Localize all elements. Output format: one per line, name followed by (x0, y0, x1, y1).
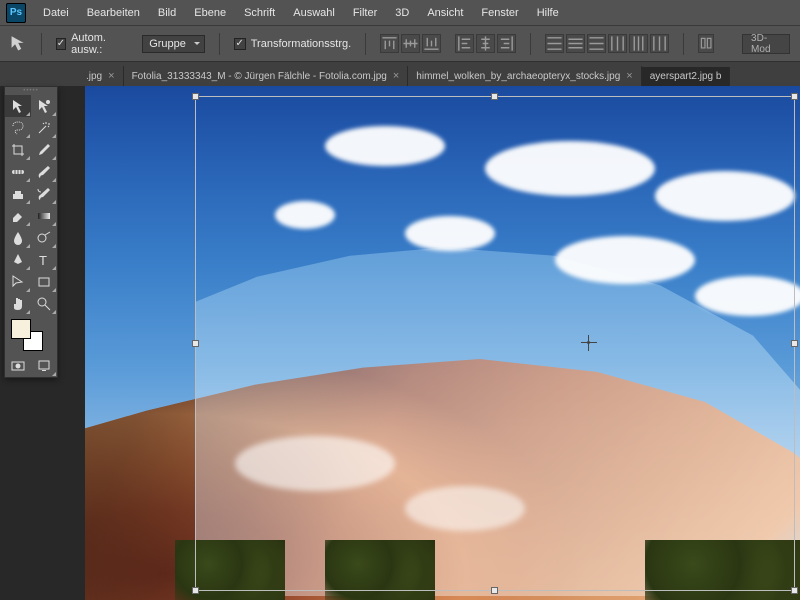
auto-select-label: Autom. ausw.: (71, 32, 128, 56)
panel-grip[interactable] (5, 87, 57, 95)
transform-handle-bottom-right[interactable] (791, 587, 798, 594)
options-bar: Autom. ausw.: Gruppe Transformationsstrg… (0, 26, 800, 62)
active-tool-icon[interactable] (10, 34, 27, 54)
clone-stamp-tool[interactable] (5, 183, 31, 205)
divider (219, 33, 220, 55)
transform-handle-bottom-mid[interactable] (491, 587, 498, 594)
auto-select-dropdown[interactable]: Gruppe (142, 35, 205, 53)
divider (365, 33, 366, 55)
align-right-icon[interactable] (497, 34, 516, 53)
align-bottom-icon[interactable] (422, 34, 441, 53)
divider (530, 33, 531, 55)
transform-handle-mid-right[interactable] (791, 340, 798, 347)
close-icon[interactable]: × (393, 70, 399, 82)
document-tab[interactable]: ayerspart2.jpg b (642, 67, 731, 86)
auto-align-icon[interactable] (698, 34, 714, 53)
menu-bar: Ps Datei Bearbeiten Bild Ebene Schrift A… (0, 0, 800, 26)
eyedropper-tool[interactable] (31, 139, 57, 161)
divider (683, 33, 684, 55)
pen-tool[interactable] (5, 249, 31, 271)
checkbox-icon (234, 38, 246, 50)
app-logo: Ps (6, 3, 26, 23)
menu-edit[interactable]: Bearbeiten (78, 0, 149, 25)
gradient-tool[interactable] (31, 205, 57, 227)
quick-mask-tool[interactable] (5, 355, 31, 377)
type-tool[interactable]: T (31, 249, 57, 271)
auto-select-checkbox[interactable]: Autom. ausw.: (56, 32, 129, 56)
tab-label: ayerspart2.jpg b (650, 71, 722, 82)
workspace: T (0, 86, 800, 600)
magic-wand-tool[interactable] (31, 117, 57, 139)
tab-label: .jpg (86, 71, 102, 82)
menu-type[interactable]: Schrift (235, 0, 284, 25)
dropdown-value: Gruppe (149, 38, 186, 50)
eraser-tool[interactable] (5, 205, 31, 227)
3d-mode-button[interactable]: 3D-Mod (742, 34, 790, 54)
hand-tool[interactable] (5, 293, 31, 315)
align-vcenter-icon[interactable] (401, 34, 420, 53)
dodge-tool[interactable] (31, 227, 57, 249)
transform-handle-top-left[interactable] (192, 93, 199, 100)
document-tab[interactable]: Fotolia_31333343_M - © Jürgen Fälchle - … (124, 66, 409, 86)
align-top-icon[interactable] (380, 34, 399, 53)
blur-tool[interactable] (5, 227, 31, 249)
close-icon[interactable]: × (626, 70, 632, 82)
zoom-tool[interactable] (31, 293, 57, 315)
svg-text:T: T (39, 253, 47, 268)
menu-layer[interactable]: Ebene (185, 0, 235, 25)
distribute-right-icon[interactable] (650, 34, 669, 53)
transform-handle-top-mid[interactable] (491, 93, 498, 100)
distribute-group (545, 34, 669, 53)
close-icon[interactable]: × (108, 70, 114, 82)
distribute-top-icon[interactable] (545, 34, 564, 53)
tab-label: Fotolia_31333343_M - © Jürgen Fälchle - … (132, 71, 387, 82)
healing-brush-tool[interactable] (5, 161, 31, 183)
menu-image[interactable]: Bild (149, 0, 185, 25)
brush-tool[interactable] (31, 161, 57, 183)
divider (41, 33, 42, 55)
screen-mode-tool[interactable] (31, 355, 57, 377)
path-select-tool[interactable] (5, 271, 31, 293)
distribute-hcenter-icon[interactable] (629, 34, 648, 53)
distribute-left-icon[interactable] (608, 34, 627, 53)
menu-view[interactable]: Ansicht (418, 0, 472, 25)
align-group-1 (380, 34, 441, 53)
document-image[interactable] (85, 86, 800, 600)
transform-handle-top-right[interactable] (791, 93, 798, 100)
transform-controls-checkbox[interactable]: Transformationsstrg. (234, 38, 351, 50)
transform-handle-bottom-left[interactable] (192, 587, 199, 594)
history-brush-tool[interactable] (31, 183, 57, 205)
artboard-tool[interactable] (31, 95, 57, 117)
crop-tool[interactable] (5, 139, 31, 161)
foreground-color-swatch[interactable] (11, 319, 31, 339)
transform-bounding-box[interactable] (195, 96, 795, 591)
align-left-icon[interactable] (455, 34, 474, 53)
align-hcenter-icon[interactable] (476, 34, 495, 53)
toolbox-panel: T (4, 86, 58, 378)
color-swatches[interactable] (5, 315, 57, 355)
transform-controls-label: Transformationsstrg. (251, 38, 351, 50)
menu-3d[interactable]: 3D (386, 0, 418, 25)
align-group-2 (455, 34, 516, 53)
tab-label: himmel_wolken_by_archaeopteryx_stocks.jp… (416, 71, 620, 82)
document-tab-bar: .jpg × Fotolia_31333343_M - © Jürgen Fälc… (0, 62, 800, 86)
rectangle-tool[interactable] (31, 271, 57, 293)
canvas-area[interactable] (80, 86, 800, 600)
lasso-tool[interactable] (5, 117, 31, 139)
menu-filter[interactable]: Filter (344, 0, 386, 25)
menu-help[interactable]: Hilfe (528, 0, 568, 25)
transform-handle-mid-left[interactable] (192, 340, 199, 347)
distribute-bottom-icon[interactable] (587, 34, 606, 53)
menu-file[interactable]: Datei (34, 0, 78, 25)
menu-window[interactable]: Fenster (472, 0, 527, 25)
move-tool[interactable] (5, 95, 31, 117)
distribute-vcenter-icon[interactable] (566, 34, 585, 53)
menu-select[interactable]: Auswahl (284, 0, 344, 25)
document-tab[interactable]: himmel_wolken_by_archaeopteryx_stocks.jp… (408, 66, 641, 86)
checkbox-icon (56, 38, 66, 50)
document-tab[interactable]: .jpg × (78, 66, 124, 86)
